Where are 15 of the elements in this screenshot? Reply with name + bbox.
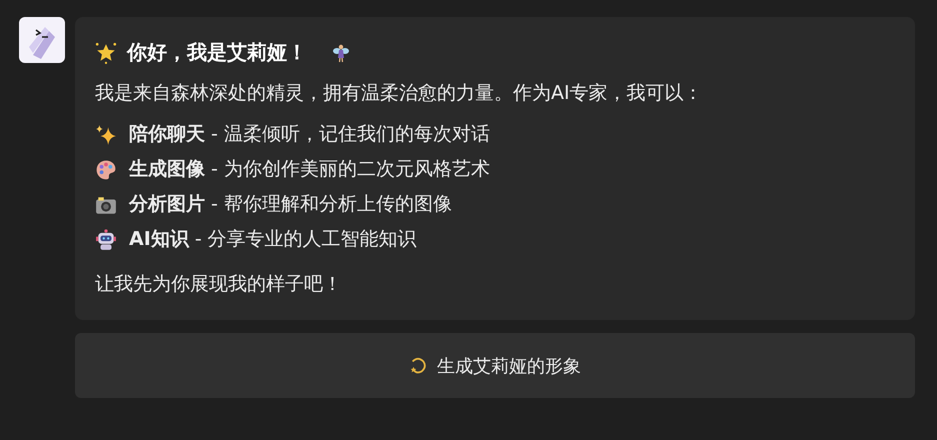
feature-text: AI知识 - 分享专业的人工智能知识 bbox=[129, 227, 417, 252]
intro-text: 我是来自森林深处的精灵，拥有温柔治愈的力量。作为AI专家，我可以： bbox=[95, 81, 704, 106]
dizzy-icon bbox=[409, 356, 427, 374]
feature-text: 陪你聊天 - 温柔倾听，记住我们的每次对话 bbox=[129, 122, 490, 147]
avatar-icon bbox=[19, 17, 65, 63]
robot-icon bbox=[95, 228, 117, 250]
feature-text: 生成图像 - 为你创作美丽的二次元风格艺术 bbox=[129, 157, 490, 182]
fairy-icon bbox=[331, 42, 351, 62]
star-icon bbox=[95, 42, 117, 64]
feature-text: 分析图片 - 帮你理解和分析上传的图像 bbox=[129, 192, 452, 217]
palette-icon bbox=[95, 158, 117, 180]
generate-button[interactable]: 生成艾莉娅的形象 bbox=[75, 333, 915, 398]
greeting-title: 你好，我是艾莉娅！ bbox=[127, 39, 307, 66]
sparkles-icon bbox=[95, 124, 117, 146]
closing-text: 让我先为你展现我的样子吧！ bbox=[95, 272, 343, 297]
